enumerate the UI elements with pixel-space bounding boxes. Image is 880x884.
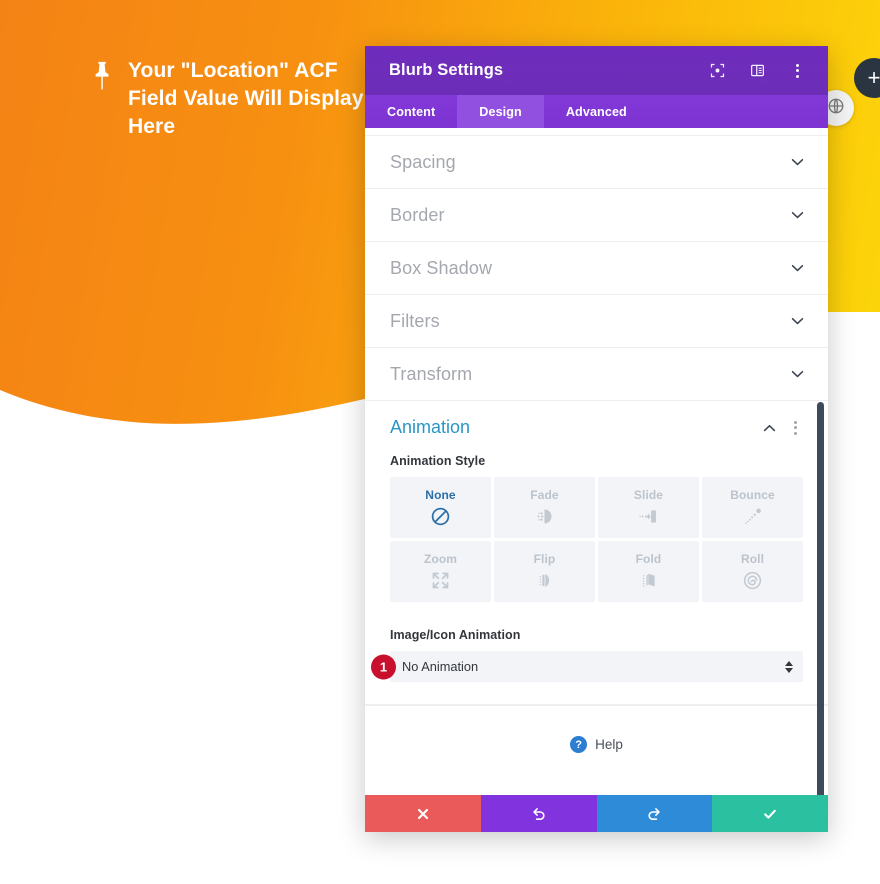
animation-option-label: Fold — [635, 552, 662, 566]
undo-arrow-icon — [531, 806, 547, 822]
plus-icon: + — [867, 65, 880, 90]
image-icon-animation-select[interactable]: No Animation — [390, 651, 803, 682]
chevron-down-icon — [791, 211, 804, 219]
globe-icon — [827, 97, 845, 120]
modal-header-actions — [708, 62, 806, 80]
close-x-icon — [415, 806, 431, 822]
fade-icon — [534, 506, 555, 527]
modal-footer — [365, 795, 828, 832]
animation-option-roll[interactable]: Roll — [702, 541, 803, 602]
animation-option-label: None — [425, 488, 456, 502]
animation-option-label: Roll — [740, 552, 765, 566]
animation-option-fold[interactable]: Fold — [598, 541, 699, 602]
section-options-kebab-icon[interactable] — [786, 419, 804, 437]
section-animation: Animation Animation Style None Fade Slid… — [365, 401, 828, 705]
section-label-spacing: Spacing — [390, 151, 456, 172]
animation-option-slide[interactable]: Slide — [598, 477, 699, 538]
animation-option-flip[interactable]: Flip — [494, 541, 595, 602]
tab-content[interactable]: Content — [365, 95, 457, 128]
section-label-animation: Animation — [390, 417, 471, 437]
roll-spiral-icon — [742, 570, 763, 591]
section-label-transform: Transform — [390, 363, 473, 384]
undo-button[interactable] — [480, 795, 597, 832]
screen: Your "Location" ACF Field Value Will Dis… — [0, 0, 880, 884]
section-animation-header[interactable]: Animation — [365, 401, 828, 454]
chevron-down-icon — [791, 370, 804, 378]
map-pin-icon — [92, 61, 114, 91]
animation-option-zoom[interactable]: Zoom — [390, 541, 491, 602]
image-icon-animation-label: Image/Icon Animation — [390, 628, 521, 642]
section-row-filters[interactable]: Filters — [365, 295, 828, 348]
animation-option-bounce[interactable]: Bounce — [702, 477, 803, 538]
animation-option-none[interactable]: None — [390, 477, 491, 538]
flip-icon — [534, 570, 555, 591]
checkmark-icon — [762, 806, 778, 822]
save-button[interactable] — [712, 795, 828, 832]
kebab-menu-icon[interactable] — [788, 62, 806, 80]
modal-tabs: Content Design Advanced — [365, 95, 828, 128]
select-stepper-arrows-icon — [785, 660, 793, 673]
animation-option-label: Fade — [530, 488, 559, 502]
animation-style-grid: None Fade Slide Bounce Zoom Flip Fold Ro… — [390, 477, 803, 602]
chevron-up-icon[interactable] — [763, 424, 776, 432]
tab-design[interactable]: Design — [457, 95, 544, 128]
focus-frame-icon[interactable] — [708, 62, 726, 80]
bounce-icon — [742, 506, 763, 527]
redo-button[interactable] — [596, 795, 713, 832]
animation-style-field: Animation Style None Fade Slide Bounce Z… — [365, 454, 828, 682]
help-label: Help — [595, 737, 623, 752]
animation-option-label: Flip — [533, 552, 556, 566]
image-icon-animation-value: No Animation — [402, 659, 479, 674]
animation-option-label: Zoom — [423, 552, 458, 566]
redo-arrow-icon — [646, 806, 662, 822]
slide-icon — [638, 506, 659, 527]
section-label-box-shadow: Box Shadow — [390, 257, 493, 278]
modal-title: Blurb Settings — [389, 61, 504, 79]
no-entry-icon — [430, 506, 451, 527]
clipped-section-row — [365, 128, 828, 136]
section-label-border: Border — [390, 204, 445, 225]
vertical-scrollbar[interactable] — [817, 402, 824, 795]
question-mark-icon: ? — [570, 736, 588, 753]
animation-option-label: Bounce — [730, 488, 775, 502]
fold-icon — [638, 570, 659, 591]
animation-style-label: Animation Style — [390, 454, 486, 468]
chevron-down-icon — [791, 158, 804, 166]
section-row-spacing[interactable]: Spacing — [365, 136, 828, 189]
chevron-down-icon — [791, 264, 804, 272]
section-label-filters: Filters — [390, 310, 440, 331]
tab-advanced[interactable]: Advanced — [544, 95, 649, 128]
layout-panel-icon[interactable] — [748, 62, 766, 80]
animation-option-label: Slide — [633, 488, 664, 502]
cancel-button[interactable] — [365, 795, 481, 832]
animation-option-fade[interactable]: Fade — [494, 477, 595, 538]
zoom-arrows-icon — [430, 570, 451, 591]
hero-title: Your "Location" ACF Field Value Will Dis… — [128, 59, 364, 138]
modal-body: Spacing Border Box Shadow Filters Transf… — [365, 128, 828, 795]
image-icon-animation-select-wrap: 1 No Animation — [371, 651, 803, 682]
step-badge-1: 1 — [371, 654, 396, 679]
chevron-down-icon — [791, 317, 804, 325]
modal-header: Blurb Settings — [365, 46, 828, 95]
section-row-border[interactable]: Border — [365, 189, 828, 242]
blurb-settings-modal: Blurb Settings Content Design Advanced S… — [365, 46, 828, 832]
help-row[interactable]: ? Help — [365, 705, 828, 783]
section-row-transform[interactable]: Transform — [365, 348, 828, 401]
settings-scroll-area: Spacing Border Box Shadow Filters Transf… — [365, 128, 828, 795]
hero-text-row: Your "Location" ACF Field Value Will Dis… — [92, 57, 368, 141]
section-row-box-shadow[interactable]: Box Shadow — [365, 242, 828, 295]
